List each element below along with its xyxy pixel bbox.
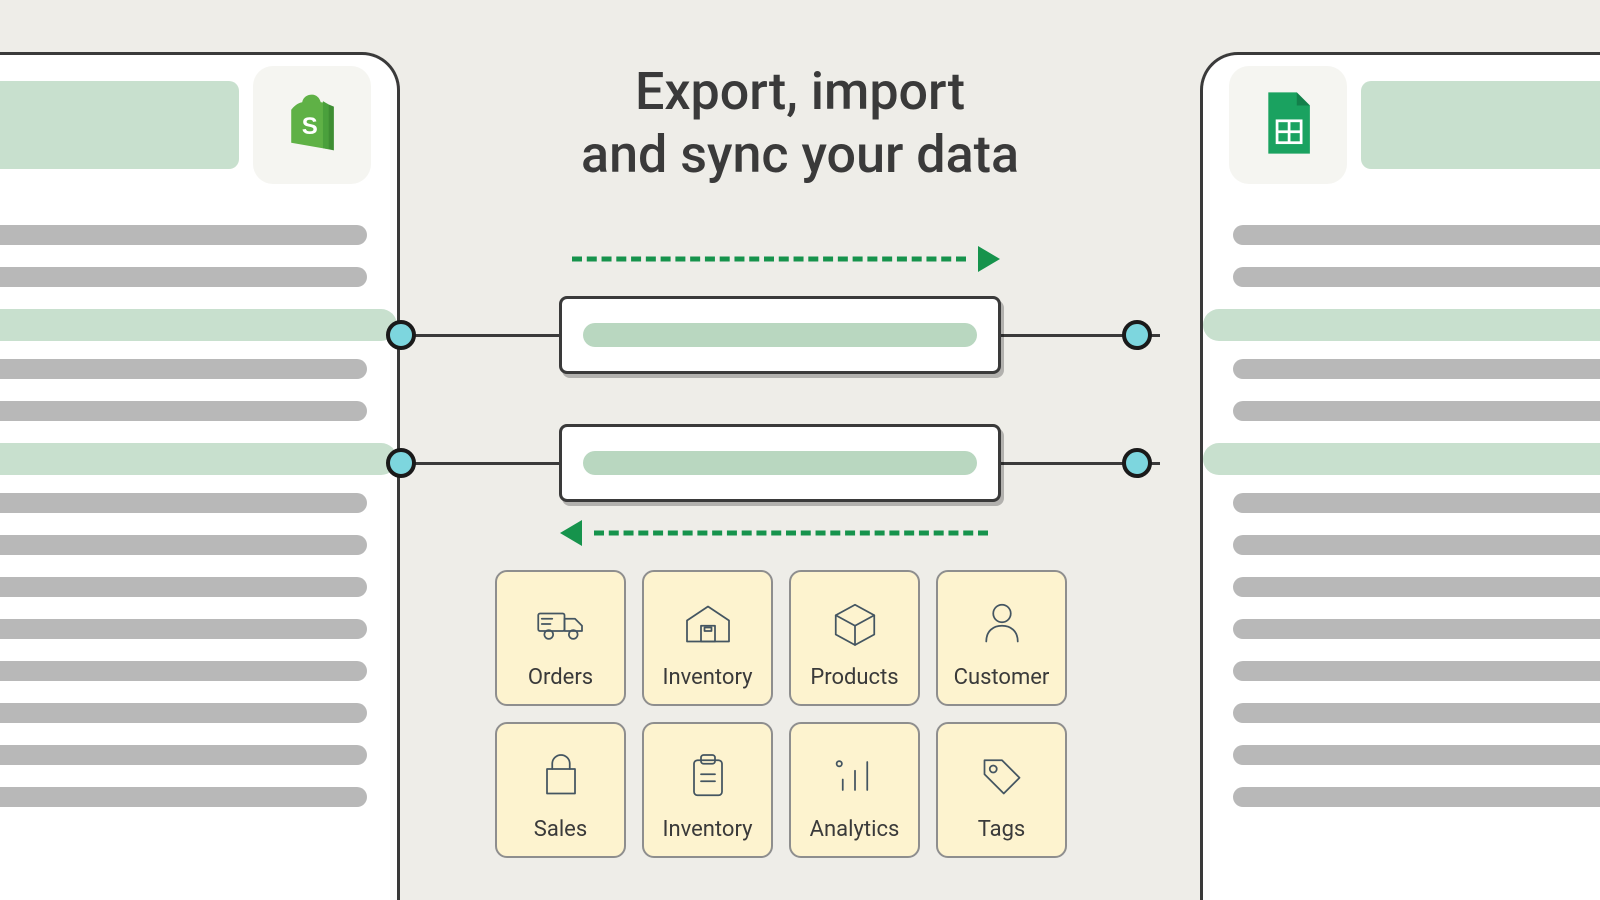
clipboard-icon (680, 734, 736, 817)
list-item (0, 401, 367, 421)
tile-analytics[interactable]: Analytics (789, 722, 920, 858)
bars-icon (827, 734, 883, 817)
sync-row-bar (583, 323, 977, 347)
left-panel: S (0, 52, 400, 900)
tile-label: Analytics (810, 817, 900, 842)
right-header-block (1361, 81, 1600, 169)
list-item (1233, 577, 1600, 597)
tile-label: Inventory (662, 817, 752, 842)
list-item (1233, 267, 1600, 287)
tile-tags[interactable]: Tags (936, 722, 1067, 858)
list-item (0, 745, 367, 765)
sync-row-import (559, 424, 1001, 502)
arrow-left-icon (560, 520, 582, 546)
list-item (1233, 787, 1600, 807)
shopify-logo-tile: S (253, 66, 371, 184)
warehouse-icon (680, 582, 736, 665)
connector-line (400, 462, 560, 465)
list-item-highlight (1203, 309, 1600, 341)
tile-label: Sales (534, 817, 587, 842)
list-item (0, 619, 367, 639)
left-panel-header: S (0, 55, 397, 195)
person-icon (974, 582, 1030, 665)
tile-inventory-warehouse[interactable]: Inventory (642, 570, 773, 706)
tile-inventory-clipboard[interactable]: Inventory (642, 722, 773, 858)
list-item (0, 577, 367, 597)
left-header-block (0, 81, 239, 169)
connector-line (400, 334, 560, 337)
list-item (1233, 745, 1600, 765)
list-item (0, 535, 367, 555)
left-rows (0, 213, 397, 829)
list-item-highlight (1203, 443, 1600, 475)
right-panel-header (1203, 55, 1600, 195)
list-item (0, 493, 367, 513)
data-type-tiles: Orders Inventory Products Customer Sales… (495, 570, 1067, 858)
list-item (0, 661, 367, 681)
list-item (0, 267, 367, 287)
list-item (1233, 619, 1600, 639)
list-item (0, 703, 367, 723)
list-item (1233, 401, 1600, 421)
connector-node (386, 320, 416, 350)
list-item (0, 359, 367, 379)
shopify-icon: S (277, 88, 347, 162)
google-sheets-icon (1253, 88, 1323, 162)
export-arrow (560, 246, 1000, 272)
list-item (0, 787, 367, 807)
bag-icon (533, 734, 589, 817)
tile-orders[interactable]: Orders (495, 570, 626, 706)
sync-row-export (559, 296, 1001, 374)
connector-node (1122, 448, 1152, 478)
right-panel (1200, 52, 1600, 900)
tile-label: Products (810, 665, 898, 690)
connector-node (1122, 320, 1152, 350)
tile-sales[interactable]: Sales (495, 722, 626, 858)
svg-text:S: S (302, 113, 318, 140)
tile-label: Inventory (662, 665, 752, 690)
connector-node (386, 448, 416, 478)
tile-label: Orders (528, 665, 593, 690)
import-arrow (560, 520, 1000, 546)
list-item (0, 225, 367, 245)
headline-line-1: Export, import (635, 61, 965, 122)
cube-icon (827, 582, 883, 665)
list-item-highlight (0, 443, 397, 475)
sync-row-bar (583, 451, 977, 475)
tile-products[interactable]: Products (789, 570, 920, 706)
right-rows (1203, 213, 1600, 829)
tag-icon (974, 734, 1030, 817)
tile-label: Customer (954, 665, 1050, 690)
arrow-right-icon (978, 246, 1000, 272)
tile-label: Tags (978, 817, 1026, 842)
list-item (1233, 703, 1600, 723)
headline: Export, import and sync your data (480, 60, 1120, 187)
headline-line-2: and sync your data (581, 124, 1019, 185)
tile-customer[interactable]: Customer (936, 570, 1067, 706)
list-item-highlight (0, 309, 397, 341)
truck-icon (533, 582, 589, 665)
list-item (1233, 493, 1600, 513)
list-item (1233, 359, 1600, 379)
list-item (1233, 225, 1600, 245)
list-item (1233, 535, 1600, 555)
list-item (1233, 661, 1600, 681)
sheets-logo-tile (1229, 66, 1347, 184)
